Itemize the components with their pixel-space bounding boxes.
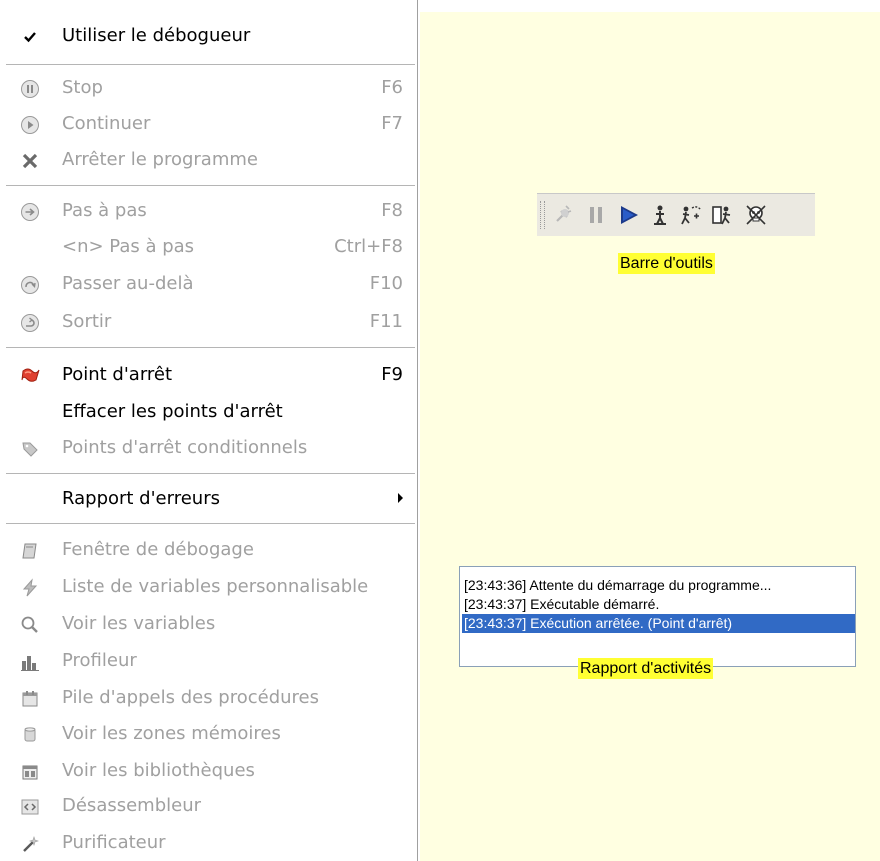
code-icon (19, 796, 41, 818)
menu-item-shortcut: F8 (381, 200, 403, 221)
log-line-selected[interactable]: [23:43:37] Exécution arrêtée. (Point d'a… (462, 614, 855, 633)
debugger-toggle-icon[interactable] (551, 203, 575, 227)
menu-item-label: Effacer les points d'arrêt (62, 401, 283, 422)
step-out-icon (19, 312, 41, 334)
menu-separator (6, 64, 415, 65)
calendar-icon (19, 688, 41, 710)
menu-item-label: Profileur (62, 650, 137, 671)
play-icon (19, 114, 41, 136)
menu-item-shortcut: Ctrl+F8 (334, 236, 403, 257)
bar-chart-icon (19, 651, 41, 673)
magnifier-icon (19, 614, 41, 636)
kill-icon[interactable] (744, 203, 768, 227)
menu-item-memory-zones[interactable]: Voir les zones mémoires (0, 717, 417, 751)
menu-item-shortcut: F6 (381, 77, 403, 98)
tag-icon (19, 438, 41, 460)
menu-item-view-variables[interactable]: Voir les variables (0, 607, 417, 641)
menu-item-label: Liste de variables personnalisable (62, 576, 369, 597)
menu-separator (6, 185, 415, 186)
step-icon (19, 201, 41, 223)
activity-log[interactable]: [23:43:36] Attente du démarrage du progr… (459, 566, 856, 667)
submenu-arrow-icon (398, 493, 403, 503)
toolbar-grip[interactable] (540, 201, 545, 229)
menu-item-shortcut: F11 (369, 311, 403, 332)
debug-window-icon (19, 540, 41, 562)
menu-item-debug-window[interactable]: Fenêtre de débogage (0, 533, 417, 567)
menu-item-label: Passer au-delà (62, 273, 194, 294)
menu-item-purifier[interactable]: Purificateur (0, 826, 417, 860)
menu-item-breakpoint[interactable]: Point d'arrêt F9 (0, 358, 417, 392)
menu-item-label: Continuer (62, 113, 151, 134)
menu-item-shortcut: F7 (381, 113, 403, 134)
log-line[interactable]: [23:43:37] Exécutable démarré. (462, 595, 855, 614)
menu-item-error-report[interactable]: Rapport d'erreurs (0, 482, 417, 516)
library-icon (19, 761, 41, 783)
menu-item-continue[interactable]: Continuer F7 (0, 107, 417, 141)
menu-separator (6, 523, 415, 524)
menu-item-libraries[interactable]: Voir les bibliothèques (0, 754, 417, 788)
menu-item-profiler[interactable]: Profileur (0, 644, 417, 678)
pause-icon[interactable] (584, 203, 608, 227)
step-over-icon[interactable] (678, 203, 702, 227)
cylinder-icon (19, 724, 41, 746)
lightning-icon (19, 577, 41, 599)
menu-item-label: Désassembleur (62, 795, 202, 816)
step-icon[interactable] (648, 203, 672, 227)
debugger-menu: Utiliser le débogueur Stop F6 Continuer … (0, 0, 418, 861)
menu-item-label: Arrêter le programme (62, 149, 258, 170)
menu-item-label: Stop (62, 77, 103, 98)
menu-item-step[interactable]: Pas à pas F8 (0, 194, 417, 228)
menu-item-label: Voir les zones mémoires (62, 723, 281, 744)
menu-item-label: Purificateur (62, 832, 166, 853)
menu-item-conditional-breakpoints[interactable]: Points d'arrêt conditionnels (0, 431, 417, 465)
menu-separator (6, 473, 415, 474)
menu-item-label: Pile d'appels des procédures (62, 687, 319, 708)
menu-item-clear-breakpoints[interactable]: Effacer les points d'arrêt (0, 395, 417, 429)
log-caption: Rapport d'activités (578, 658, 714, 679)
menu-item-label: Voir les variables (62, 613, 216, 634)
menu-item-kill-program[interactable]: Arrêter le programme (0, 143, 417, 177)
wand-icon (19, 833, 41, 855)
checkmark-icon (19, 26, 41, 48)
step-out-icon[interactable] (710, 203, 734, 227)
menu-item-call-stack[interactable]: Pile d'appels des procédures (0, 681, 417, 715)
menu-item-n-steps[interactable]: <n> Pas à pas Ctrl+F8 (0, 230, 417, 264)
menu-item-label: Sortir (62, 311, 112, 332)
menu-item-step-over[interactable]: Passer au-delà F10 (0, 267, 417, 301)
step-over-icon (19, 274, 41, 296)
menu-item-label: <n> Pas à pas (62, 236, 195, 257)
menu-item-label: Rapport d'erreurs (62, 488, 220, 509)
breakpoint-flag-icon (19, 365, 41, 387)
menu-item-step-out[interactable]: Sortir F11 (0, 305, 417, 339)
toolbar-caption: Barre d'outils (618, 253, 715, 274)
debugger-toolbar (537, 193, 815, 236)
menu-item-label: Pas à pas (62, 200, 147, 221)
menu-item-use-debugger[interactable]: Utiliser le débogueur (0, 19, 417, 53)
menu-item-label: Utiliser le débogueur (62, 25, 251, 46)
menu-item-disassembler[interactable]: Désassembleur (0, 789, 417, 823)
menu-item-custom-variable-list[interactable]: Liste de variables personnalisable (0, 570, 417, 604)
menu-item-label: Point d'arrêt (62, 364, 173, 385)
menu-item-stop[interactable]: Stop F6 (0, 71, 417, 105)
menu-item-shortcut: F10 (369, 273, 403, 294)
menu-item-label: Points d'arrêt conditionnels (62, 437, 308, 458)
menu-item-shortcut: F9 (381, 364, 403, 385)
log-line[interactable]: [23:43:36] Attente du démarrage du progr… (462, 576, 855, 595)
menu-separator (6, 347, 415, 348)
help-background (420, 12, 880, 861)
play-icon[interactable] (617, 203, 641, 227)
menu-item-label: Voir les bibliothèques (62, 760, 255, 781)
pause-icon (19, 78, 41, 100)
kill-icon (19, 150, 41, 172)
menu-item-label: Fenêtre de débogage (62, 539, 254, 560)
